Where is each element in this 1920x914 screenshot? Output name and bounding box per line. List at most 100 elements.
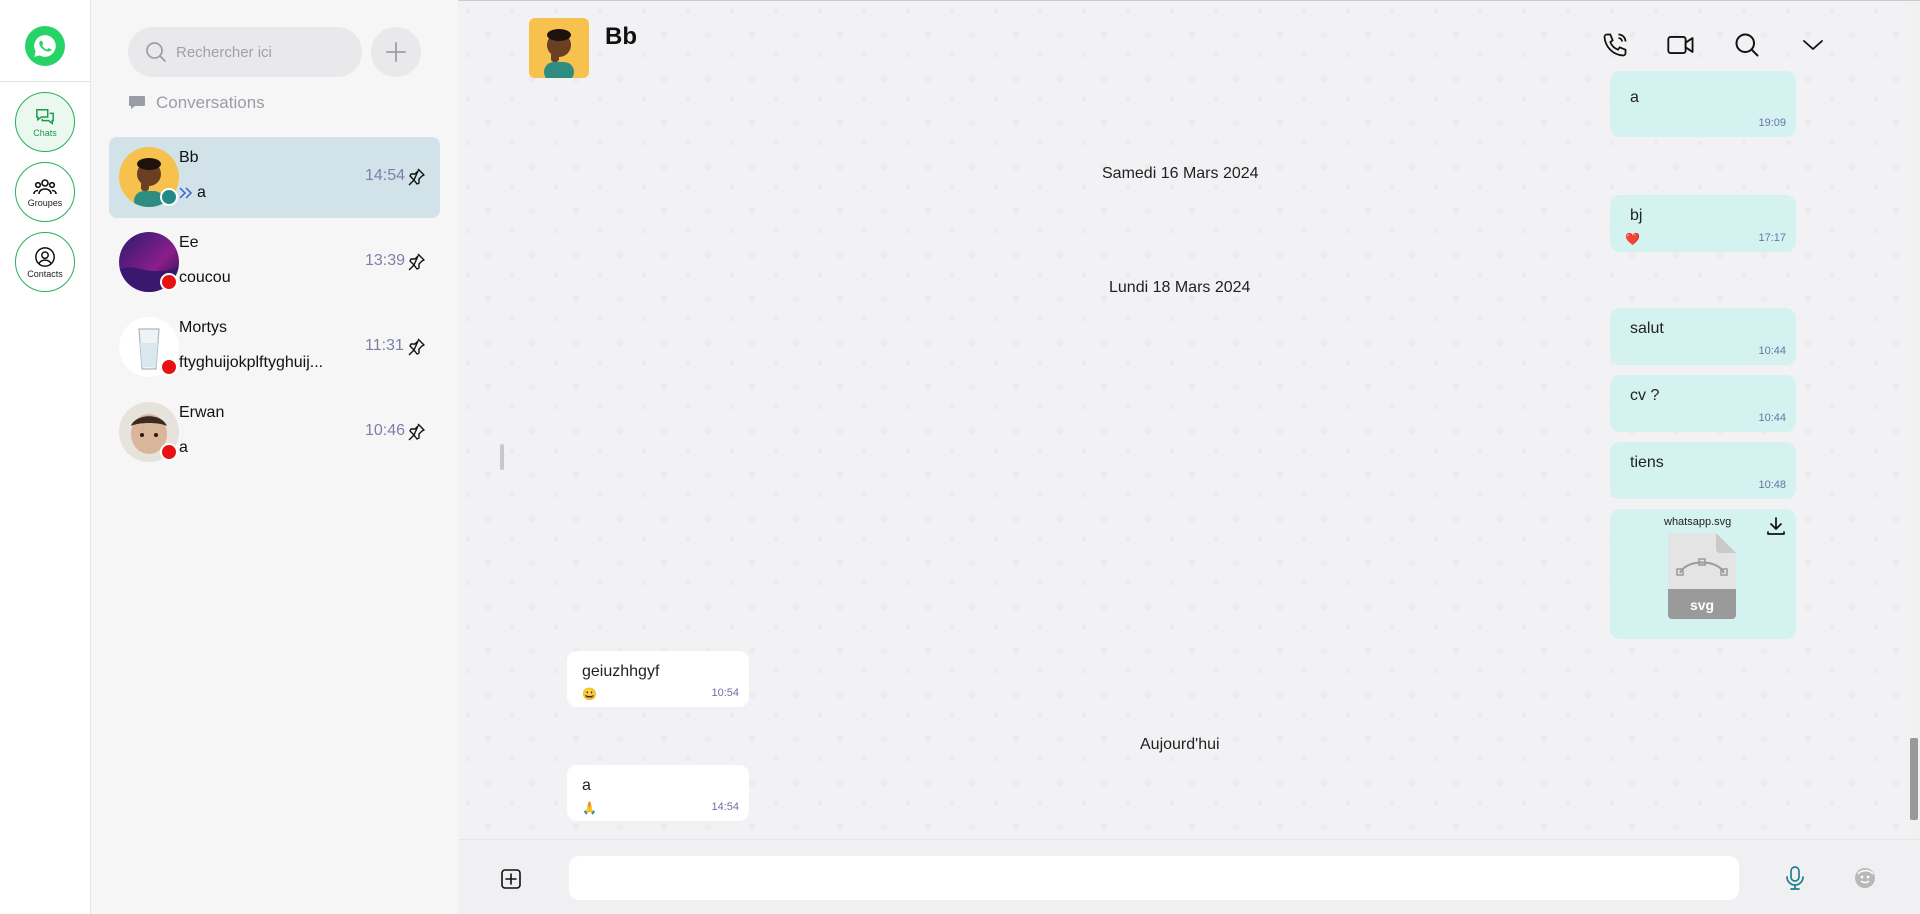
message-composer <box>458 839 1920 914</box>
status-dot <box>160 273 178 291</box>
conversation-preview-text: a <box>179 439 188 456</box>
add-attachment-icon[interactable] <box>500 868 522 890</box>
conversation-name: Erwan <box>179 404 225 421</box>
message-text: a <box>582 777 591 794</box>
rail-divider <box>0 81 90 82</box>
plus-icon <box>386 42 406 62</box>
video-camera-icon <box>1667 36 1694 54</box>
conversation-name: Ee <box>179 234 199 251</box>
search-icon <box>1735 33 1759 57</box>
left-rail: Chats Groupes Contacts <box>0 0 91 914</box>
status-dot <box>160 443 178 461</box>
emoji-icon[interactable] <box>1852 865 1878 891</box>
date-separator: Lundi 18 Mars 2024 <box>1109 279 1251 296</box>
chevron-down-icon <box>1803 40 1823 50</box>
conversation-sidebar: Conversations Bb a 14:54 Ee coucou 13:39… <box>91 0 458 914</box>
conversations-label: Conversations <box>156 93 265 112</box>
conversation-preview-text: ftyghuijokplftyghuij... <box>179 354 324 371</box>
conversation-item[interactable]: Mortys ftyghuijokplftyghuij... 11:31 <box>109 307 440 388</box>
svg-file-icon: svg <box>1668 533 1736 619</box>
chats-icon <box>36 108 54 125</box>
chat-panel: Bb a 19:09 Samedi 16 Mars 2024 bj ❤️ 17:… <box>458 0 1920 914</box>
outgoing-message[interactable]: tiens 10:48 <box>1610 442 1796 499</box>
conversation-preview-text: coucou <box>179 269 231 286</box>
double-check-icon <box>179 187 193 199</box>
voice-call-button[interactable] <box>1600 30 1630 60</box>
conversation-time: 11:31 <box>365 337 404 354</box>
message-time: 14:54 <box>711 801 739 813</box>
chat-scrollbar[interactable] <box>1908 1 1920 839</box>
date-separator: Aujourd'hui <box>1140 736 1220 753</box>
search-box[interactable] <box>128 27 362 77</box>
status-dot <box>160 358 178 376</box>
contacts-icon <box>35 246 55 267</box>
file-attachment-message[interactable]: whatsapp.svg svg <box>1610 509 1796 639</box>
chat-menu-button[interactable] <box>1798 30 1828 60</box>
conversation-time: 13:39 <box>365 252 406 269</box>
contact-name: Bb <box>605 23 637 50</box>
conversation-item[interactable]: Bb a 14:54 <box>109 137 440 218</box>
message-text: geiuzhhgyf <box>582 663 660 680</box>
nav-chats-button[interactable]: Chats <box>15 92 75 152</box>
nav-groups-label: Groupes <box>27 197 63 208</box>
conversation-time: 10:46 <box>365 422 406 439</box>
incoming-message[interactable]: a 🙏 14:54 <box>567 765 749 821</box>
search-chat-button[interactable] <box>1732 30 1762 60</box>
outgoing-message[interactable]: cv ? 10:44 <box>1610 375 1796 432</box>
conversations-section-title: Conversations <box>128 93 265 113</box>
nav-contacts-label: Contacts <box>27 268 63 279</box>
status-dot <box>160 188 178 206</box>
message-time: 19:09 <box>1758 117 1786 129</box>
message-reaction[interactable]: ❤️ <box>1625 232 1640 246</box>
scrollbar-thumb[interactable] <box>1910 738 1918 820</box>
pin-icon[interactable] <box>406 422 426 442</box>
conversation-item[interactable]: Erwan a 10:46 <box>109 392 440 473</box>
incoming-message[interactable]: geiuzhhgyf 😀 10:54 <box>567 651 749 707</box>
message-text: tiens <box>1630 454 1664 471</box>
message-reaction[interactable]: 🙏 <box>582 801 597 815</box>
nav-contacts-button[interactable]: Contacts <box>15 232 75 292</box>
pin-icon[interactable] <box>406 252 426 272</box>
conversation-preview: a <box>179 439 188 457</box>
search-input[interactable] <box>176 43 356 61</box>
message-time: 10:54 <box>711 687 739 699</box>
conversation-item[interactable]: Ee coucou 13:39 <box>109 222 440 303</box>
microphone-icon[interactable] <box>1784 865 1806 891</box>
conversation-time: 14:54 <box>365 167 406 184</box>
whatsapp-logo-icon[interactable] <box>25 26 65 66</box>
date-separator: Samedi 16 Mars 2024 <box>1102 165 1259 182</box>
message-text: salut <box>1630 320 1664 337</box>
nav-chats-label: Chats <box>33 127 57 138</box>
conversation-preview: ftyghuijokplftyghuij... <box>179 354 323 372</box>
chat-bubble-icon <box>129 96 145 109</box>
contact-avatar[interactable] <box>529 18 589 78</box>
conversation-name: Mortys <box>179 319 227 336</box>
pin-icon[interactable] <box>406 337 426 357</box>
conversation-preview-text: a <box>197 184 206 201</box>
panel-resize-handle[interactable] <box>500 444 504 470</box>
message-time: 10:44 <box>1758 412 1786 424</box>
pin-icon[interactable] <box>406 167 426 187</box>
outgoing-message[interactable]: bj ❤️ 17:17 <box>1610 195 1796 252</box>
nav-groups-button[interactable]: Groupes <box>15 162 75 222</box>
message-reaction[interactable]: 😀 <box>582 687 597 701</box>
video-call-button[interactable] <box>1666 30 1696 60</box>
message-input[interactable] <box>569 856 1739 900</box>
groups-icon <box>33 178 57 194</box>
outgoing-message[interactable]: a 19:09 <box>1610 71 1796 137</box>
message-text: bj <box>1630 207 1643 224</box>
message-text: cv ? <box>1630 387 1660 404</box>
message-time: 10:48 <box>1758 479 1786 491</box>
message-time: 17:17 <box>1758 232 1786 244</box>
message-time: 10:44 <box>1758 345 1786 357</box>
file-extension: svg <box>1690 597 1714 613</box>
download-icon[interactable] <box>1765 515 1787 537</box>
outgoing-message[interactable]: salut 10:44 <box>1610 308 1796 365</box>
conversation-name: Bb <box>179 149 199 166</box>
conversation-preview: a <box>179 184 206 202</box>
phone-call-icon <box>1603 33 1627 57</box>
message-text: a <box>1630 89 1639 106</box>
new-conversation-button[interactable] <box>371 27 421 77</box>
conversation-preview: coucou <box>179 269 231 287</box>
file-name: whatsapp.svg <box>1664 516 1732 528</box>
